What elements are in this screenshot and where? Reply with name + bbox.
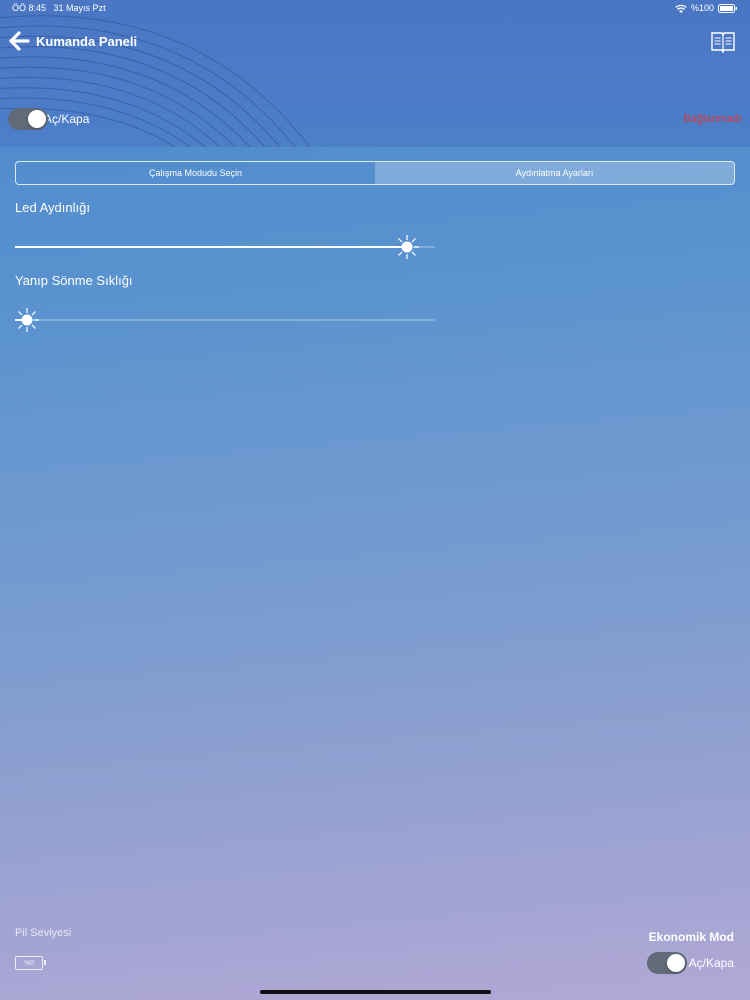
manual-button[interactable] bbox=[711, 31, 735, 58]
blink-frequency-label: Yanıp Sönme Sıklığı bbox=[15, 273, 133, 288]
wifi-icon bbox=[675, 4, 687, 13]
battery-full-icon bbox=[718, 3, 737, 13]
blink-frequency-slider[interactable] bbox=[15, 308, 435, 332]
tab-lighting-settings[interactable]: Aydınlatma Ayarları bbox=[375, 162, 734, 184]
slider-fill bbox=[15, 246, 407, 248]
battery-level-label: Pil Seviyesi bbox=[15, 927, 72, 939]
toggle-knob bbox=[28, 110, 46, 128]
eco-mode-label: Ekonomik Mod bbox=[648, 930, 734, 944]
arrow-left-icon bbox=[9, 31, 30, 51]
battery-level-value: %0 bbox=[23, 959, 35, 967]
slider-track bbox=[15, 319, 435, 321]
eco-mode-toggle-label: Aç/Kapa bbox=[688, 956, 734, 970]
connection-status: Bağlanmadı bbox=[683, 113, 742, 125]
toggle-knob bbox=[666, 954, 685, 972]
book-icon bbox=[711, 32, 735, 54]
led-brightness-label: Led Aydınlığı bbox=[15, 200, 90, 215]
sun-icon[interactable] bbox=[395, 235, 419, 259]
page-title: Kumanda Paneli bbox=[36, 33, 138, 49]
eco-mode-toggle[interactable] bbox=[646, 952, 687, 974]
power-toggle[interactable] bbox=[8, 108, 48, 130]
status-bar: ÖÖ 8:45 31 Mayıs Pzt %100 bbox=[12, 3, 738, 17]
power-toggle-label: Aç/Kapa bbox=[44, 112, 90, 126]
tab-operating-mode[interactable]: Çalışma Modudu Seçin bbox=[16, 162, 375, 184]
back-button[interactable]: Kumanda Paneli bbox=[8, 31, 137, 51]
status-battery: %100 bbox=[690, 3, 714, 13]
status-time: ÖÖ 8:45 bbox=[12, 3, 47, 13]
battery-icon: %0 bbox=[15, 956, 46, 970]
led-brightness-slider[interactable] bbox=[15, 235, 435, 259]
home-indicator[interactable] bbox=[260, 990, 491, 994]
header-decoration bbox=[0, 15, 311, 147]
sun-icon[interactable] bbox=[15, 308, 39, 332]
settings-tabs: Çalışma Modudu Seçin Aydınlatma Ayarları bbox=[15, 161, 735, 185]
status-date: 31 Mayıs Pzt bbox=[53, 3, 106, 13]
header: ÖÖ 8:45 31 Mayıs Pzt %100 Kumanda Paneli bbox=[0, 0, 750, 147]
power-control: Aç/Kapa bbox=[8, 108, 89, 130]
eco-mode-control: Aç/Kapa bbox=[646, 952, 734, 974]
